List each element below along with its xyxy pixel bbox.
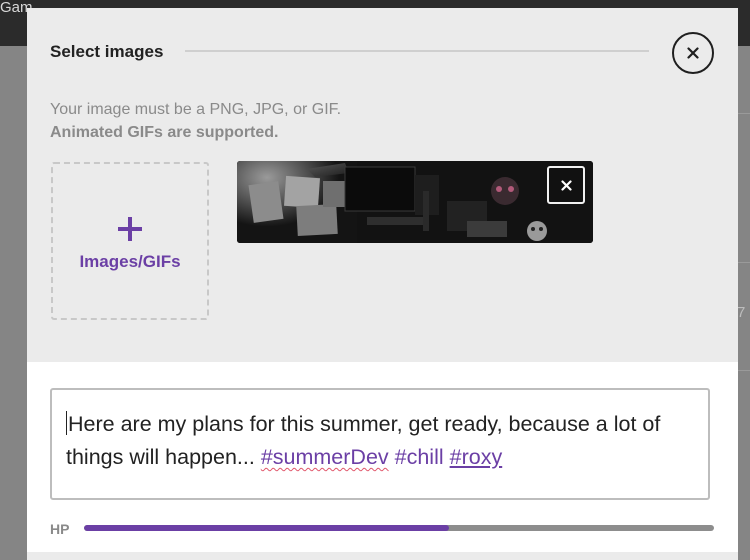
selected-image-thumbnail xyxy=(237,161,593,243)
hashtag-summerdev[interactable]: #summerDev xyxy=(261,445,389,469)
background-divider xyxy=(738,370,750,371)
hp-progress-track xyxy=(84,525,714,531)
plus-icon xyxy=(118,217,142,241)
hp-label: HP xyxy=(50,521,70,537)
caption-input[interactable]: Here are my plans for this summer, get r… xyxy=(50,388,710,500)
add-image-button[interactable]: Images/GIFs xyxy=(51,162,209,320)
modal-footer-strip xyxy=(27,552,738,560)
hp-progress-fill xyxy=(84,525,450,531)
background-divider xyxy=(738,113,750,114)
title-divider xyxy=(185,50,649,52)
animated-gif-hint: Animated GIFs are supported. xyxy=(50,124,279,141)
modal-title: Select images xyxy=(50,42,164,61)
upload-label: Images/GIFs xyxy=(79,252,181,271)
select-images-modal: Select images Your image must be a PNG, … xyxy=(27,8,738,560)
remove-image-icon xyxy=(560,179,572,191)
remove-image-button[interactable] xyxy=(547,166,585,204)
background-divider xyxy=(738,262,750,263)
hashtag-roxy[interactable]: #roxy xyxy=(450,445,503,469)
thumbnail-image xyxy=(237,161,593,243)
caption-section: Here are my plans for this summer, get r… xyxy=(27,362,738,560)
file-type-hint: Your image must be a PNG, JPG, or GIF. xyxy=(50,101,342,118)
background-partial-text: 7 xyxy=(737,304,746,321)
close-button[interactable] xyxy=(672,32,714,74)
close-icon xyxy=(687,47,699,59)
hashtag-chill[interactable]: #chill xyxy=(395,445,444,469)
text-caret xyxy=(66,411,67,435)
